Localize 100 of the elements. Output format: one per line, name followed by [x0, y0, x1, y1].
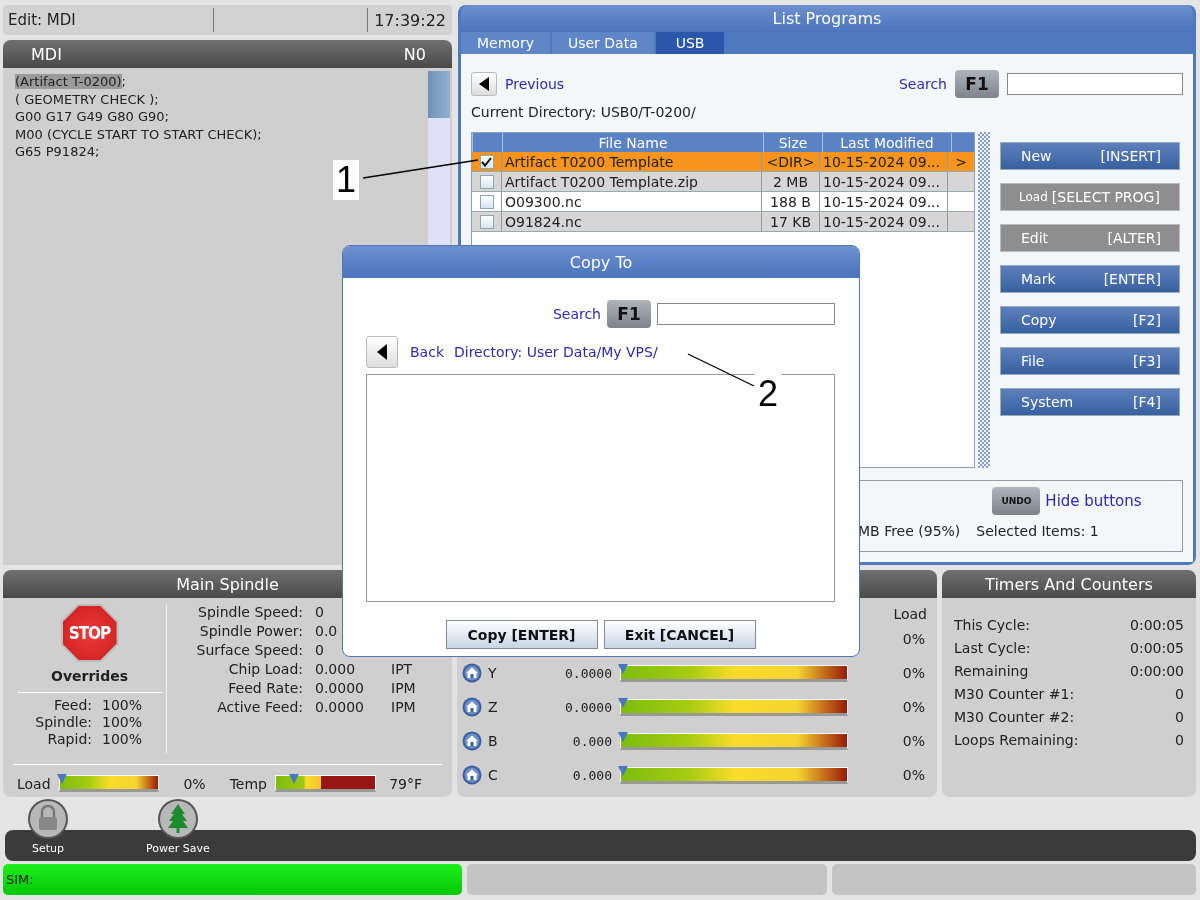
readout-value: 0.0 [315, 623, 339, 639]
override-value: 100% [102, 697, 144, 713]
timer-label: Loops Remaining: [954, 732, 1080, 748]
axis-position: 0.0000 [564, 699, 612, 715]
undo-key[interactable]: UNDO [992, 487, 1041, 515]
readout-unit: IPM [391, 699, 416, 715]
file-row[interactable]: Artifact T0200 Template <DIR> 10-15-2024 09... > [472, 152, 974, 172]
file-size: 2 MB [761, 172, 819, 191]
panel-title: MDI [31, 44, 62, 64]
axis-name: Z [488, 699, 499, 715]
dialog-title: Copy To [343, 246, 859, 278]
file-row[interactable]: O91824.nc 17 KB 10-15-2024 09... [472, 212, 974, 232]
code-line: G00 G17 G49 G80 G90; [15, 108, 169, 126]
file-size: 17 KB [761, 212, 819, 231]
code-line: (Artifact T-0200); [15, 73, 126, 91]
file-row[interactable]: O09300.nc 188 B 10-15-2024 09... [472, 192, 974, 212]
back-button[interactable] [366, 336, 398, 368]
dialog-button[interactable]: Exit [CANCEL] [603, 620, 756, 649]
lock-icon[interactable] [27, 798, 69, 840]
checkbox[interactable] [479, 214, 494, 229]
softkey-button[interactable]: Mark [ENTER] [1000, 265, 1180, 293]
scrollbar[interactable] [978, 132, 990, 468]
axis-load: 0% [901, 767, 925, 783]
timer-label: This Cycle: [954, 617, 1032, 633]
override-label: Feed: [52, 697, 92, 713]
readout-label: Feed Rate: [227, 680, 303, 696]
modified-date: 10-15-2024 09... [819, 152, 947, 171]
readout-label: Spindle Power: [198, 623, 303, 639]
softkey-button[interactable]: File [F3] [1000, 347, 1180, 375]
checkbox[interactable] [479, 154, 494, 169]
column-header: Load [893, 606, 927, 622]
home-icon[interactable] [462, 697, 482, 717]
override-value: 100% [102, 714, 144, 730]
tab[interactable]: Memory [461, 32, 550, 54]
file-name: Artifact T0200 Template [501, 152, 761, 171]
axis-load: 0% [901, 631, 925, 647]
code-line: G65 P91824; [15, 143, 100, 161]
f1-key[interactable]: F1 [955, 70, 999, 98]
axis-position: 0.000 [571, 733, 612, 749]
meter-reading: 79°F [388, 775, 422, 792]
timer-value: 0 [1174, 686, 1184, 702]
status-message: SIM: [3, 864, 462, 895]
override-value: 100% [102, 731, 144, 747]
previous-link[interactable]: Previous [505, 76, 565, 92]
file-name: Artifact T0200 Template.zip [501, 172, 761, 191]
readout-label: Active Feed: [216, 699, 303, 715]
readout-value: 0.0000 [315, 699, 365, 715]
softkey-button[interactable]: New [INSERT] [1000, 142, 1180, 170]
axis-load: 0% [901, 665, 925, 681]
overrides-title: Overrides [17, 668, 162, 693]
meter-label: Temp [229, 775, 267, 792]
tree-icon[interactable] [157, 798, 199, 840]
file-size: 188 B [761, 192, 819, 211]
f1-key[interactable]: F1 [607, 300, 651, 328]
previous-button[interactable] [471, 72, 497, 96]
softkey-button[interactable]: Copy [F2] [1000, 306, 1180, 334]
meter-label: Load [17, 775, 51, 792]
hide-buttons-link[interactable]: Hide buttons [1045, 492, 1142, 510]
readout-unit: IPM [391, 680, 416, 696]
triangle-icon [376, 343, 388, 361]
home-icon[interactable] [462, 731, 482, 751]
modified-date: 10-15-2024 09... [819, 212, 947, 231]
axis-position: 0.000 [571, 767, 612, 783]
file-size: <DIR> [761, 152, 819, 171]
tool-label: Setup [32, 842, 64, 855]
selected-items: Selected Items: 1 [976, 523, 1099, 539]
leader-line [686, 352, 756, 388]
back-link[interactable]: Back [410, 344, 444, 360]
checkbox[interactable] [479, 194, 494, 209]
axis-position: 0.0000 [564, 665, 612, 681]
home-icon[interactable] [462, 663, 482, 683]
readout-value: 0 [315, 604, 325, 620]
softkey-button[interactable]: System [F4] [1000, 388, 1180, 416]
clock-time: 17:39:22 [373, 10, 447, 30]
readout-value: 0.0000 [315, 680, 365, 696]
triangle-icon [478, 76, 490, 92]
dialog-button[interactable]: Copy [ENTER] [445, 620, 598, 649]
axis-load: 0% [901, 733, 925, 749]
timer-value: 0:00:00 [1130, 663, 1184, 679]
search-field[interactable] [1007, 73, 1183, 95]
open-arrow[interactable]: > [955, 153, 967, 170]
tool-label: Power Save [146, 842, 210, 855]
mode-label: Edit: MDI [7, 11, 77, 29]
axis-name: C [488, 767, 499, 783]
timer-label: Remaining [954, 663, 1030, 679]
search-field[interactable] [657, 303, 835, 325]
tab[interactable]: User Data [551, 32, 654, 54]
home-icon[interactable] [462, 765, 482, 785]
axis-load: 0% [901, 699, 925, 715]
directory-path: Directory: User Data/My VPS/ [454, 344, 658, 360]
panel-title: List Programs [461, 5, 1193, 33]
checkbox[interactable] [479, 174, 494, 189]
axis-name: B [488, 733, 499, 749]
override-label: Spindle: [34, 714, 92, 730]
readout-value: 0 [315, 642, 325, 658]
panel-title: Timers And Counters [942, 570, 1196, 598]
file-row[interactable]: Artifact T0200 Template.zip 2 MB 10-15-2024 09... [472, 172, 974, 192]
tab[interactable]: USB [655, 32, 725, 54]
file-name: O91824.nc [501, 212, 761, 231]
callout-number: 1 [333, 160, 360, 200]
